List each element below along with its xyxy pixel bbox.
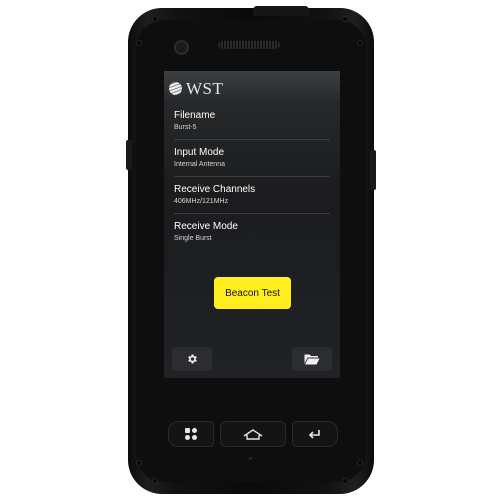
volume-button[interactable]: [126, 140, 132, 170]
screw: [136, 40, 142, 46]
open-file-button[interactable]: [292, 347, 332, 371]
setting-label: Input Mode: [174, 147, 225, 158]
screw: [357, 40, 363, 46]
back-key[interactable]: [292, 421, 338, 447]
microphone-hole: [249, 457, 252, 460]
setting-receive-mode[interactable]: Receive Mode Single Burst: [174, 221, 334, 253]
globe-logo-icon: [169, 82, 182, 95]
setting-value: Single Burst: [174, 235, 212, 242]
back-icon: [308, 430, 320, 439]
screw: [342, 16, 348, 22]
setting-label: Receive Channels: [174, 184, 256, 195]
setting-value: 406MHz/121MHz: [174, 198, 229, 205]
beacon-test-button[interactable]: Beacon Test: [214, 277, 291, 309]
screen: WST Filename Burst-5 Input Mode Internal…: [164, 71, 340, 378]
setting-input-mode[interactable]: Input Mode Internal Antenna: [174, 147, 334, 179]
screw: [152, 478, 158, 484]
setting-receive-channels[interactable]: Receive Channels 406MHz/121MHz: [174, 184, 334, 216]
divider: [174, 176, 330, 177]
screw: [357, 460, 363, 466]
app-logo: WST: [186, 79, 224, 98]
gear-icon: [188, 354, 197, 364]
settings-button[interactable]: [172, 347, 212, 371]
home-key[interactable]: [220, 421, 286, 447]
menu-key[interactable]: [168, 421, 214, 447]
menu-icon: [185, 428, 197, 440]
screw: [152, 16, 158, 22]
setting-label: Filename: [174, 110, 216, 121]
setting-filename[interactable]: Filename Burst-5: [174, 110, 334, 142]
screw: [136, 460, 142, 466]
front-camera-icon: [176, 42, 187, 53]
app-header: WST: [164, 71, 340, 104]
folder-icon: [304, 354, 320, 365]
earpiece-speaker: [218, 41, 280, 49]
power-button[interactable]: [253, 6, 309, 16]
setting-value: Burst-5: [174, 124, 197, 131]
side-button[interactable]: [370, 150, 376, 190]
screw: [342, 478, 348, 484]
setting-value: Internal Antenna: [174, 161, 225, 168]
divider: [174, 139, 330, 140]
setting-label: Receive Mode: [174, 221, 238, 232]
home-icon: [243, 429, 263, 440]
divider: [174, 213, 330, 214]
hardware-key-bar: [168, 421, 338, 447]
